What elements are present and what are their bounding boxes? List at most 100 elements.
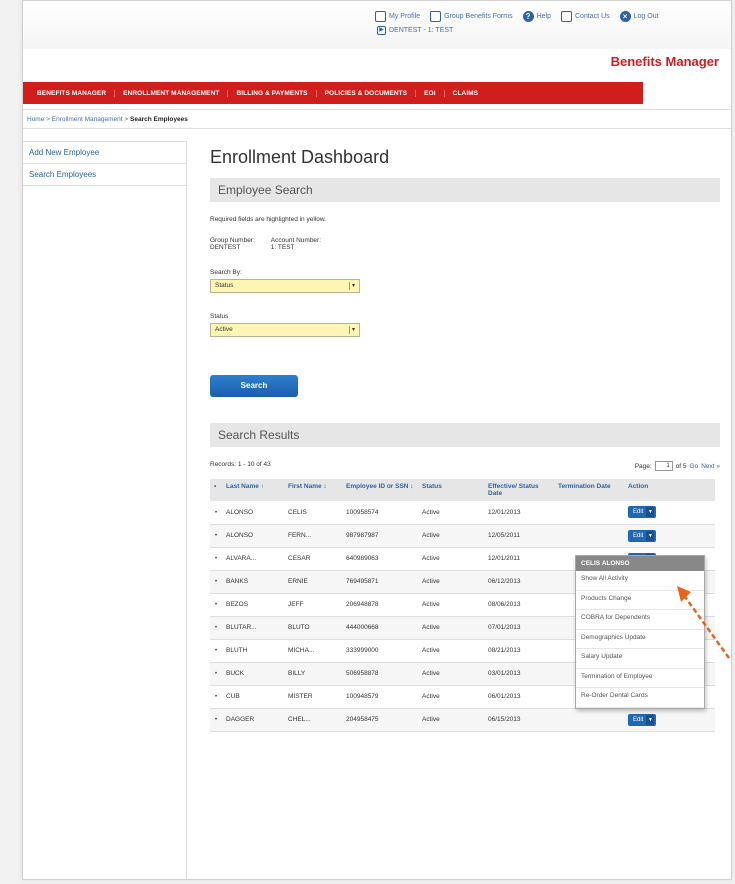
nav-eoi[interactable]: EOI xyxy=(415,89,444,97)
next-link[interactable]: Next » xyxy=(701,463,720,470)
cell-employee-id: 506958878 xyxy=(342,662,418,686)
nav-policies-documents[interactable]: POLICIES & DOCUMENTS xyxy=(315,89,416,97)
cell-effective-date: 07/01/2013 xyxy=(484,616,554,640)
cell-effective-date: 08/21/2013 xyxy=(484,639,554,663)
caret-down-icon: ▼ xyxy=(646,714,655,725)
log-out-link[interactable]: × Log Out xyxy=(619,11,659,22)
contact-us-link[interactable]: Contact Us xyxy=(561,11,610,22)
cell-employee-id: 100958574 xyxy=(342,501,418,525)
cell-termination-date xyxy=(554,524,624,548)
table-row: • ALONSO FERN... 987987987 Active 12/05/2011 E… xyxy=(210,524,715,548)
page-input[interactable]: 1 xyxy=(654,461,673,471)
edit-button[interactable]: Edit▼ xyxy=(628,506,657,519)
chevron-down-icon: ▾ xyxy=(349,282,357,290)
search-results-header: Search Results xyxy=(210,423,720,447)
search-button[interactable]: Search xyxy=(210,375,298,397)
breadcrumb-section[interactable]: Enrollment Management xyxy=(52,116,123,123)
search-by-select[interactable]: Status ▾ xyxy=(210,279,360,293)
row-bullet: • xyxy=(210,570,222,594)
row-bullet: • xyxy=(210,547,222,571)
table-row: • DAGGER CHEL... 204958475 Active 06/15/2013 E… xyxy=(210,708,715,732)
cell-first-name: ERNIE xyxy=(284,570,342,594)
cell-employee-id: 204958475 xyxy=(342,708,418,732)
status-select[interactable]: Active ▾ xyxy=(210,323,360,337)
table-header-row: • Last Name ↑ First Name ↕ Employee ID o… xyxy=(210,479,715,501)
cell-status: Active xyxy=(418,662,484,686)
account-number-value: 1: TEST xyxy=(270,244,295,251)
cell-status: Active xyxy=(418,685,484,709)
sidebar-item-add-new-employee[interactable]: Add New Employee xyxy=(23,142,186,164)
contact-icon xyxy=(561,11,572,22)
cell-employee-id: 769495871 xyxy=(342,570,418,594)
cell-last-name: DAGGER xyxy=(222,708,284,732)
cell-status: Active xyxy=(418,524,484,548)
cell-last-name: BUCK xyxy=(222,662,284,686)
cell-first-name: MISTER xyxy=(284,685,342,709)
cell-employee-id: 100948579 xyxy=(342,685,418,709)
col-first-name[interactable]: First Name ↕ xyxy=(284,479,342,501)
forms-icon xyxy=(430,11,442,22)
cell-status: Active xyxy=(418,616,484,640)
search-by-label: Search By: xyxy=(210,269,242,276)
cell-first-name: FERN... xyxy=(284,524,342,548)
col-employee-id[interactable]: Employee ID or SSN ↕ xyxy=(342,479,418,501)
cell-status: Active xyxy=(418,639,484,663)
edit-button[interactable]: Edit▼ xyxy=(628,529,657,542)
nav-claims[interactable]: CLAIMS xyxy=(443,89,487,97)
sidebar: Add New Employee Search Employees xyxy=(23,141,187,879)
cell-last-name: ALONSO xyxy=(222,501,284,525)
group-context[interactable]: ▶ DENTEST - 1: TEST xyxy=(377,26,453,35)
help-link[interactable]: ? Help xyxy=(522,11,551,22)
sidebar-item-search-employees[interactable]: Search Employees xyxy=(23,164,186,186)
cell-effective-date: 08/06/2013 xyxy=(484,593,554,617)
cell-action: Edit▼ xyxy=(624,524,715,548)
cell-first-name: JEFF xyxy=(284,593,342,617)
edit-button[interactable]: Edit▼ xyxy=(628,713,657,726)
row-bullet: • xyxy=(210,662,222,686)
bullet-col-header: • xyxy=(214,483,217,490)
cell-first-name: BILLY xyxy=(284,662,342,686)
cell-last-name: ALVARA... xyxy=(222,547,284,571)
cell-employee-id: 333999000 xyxy=(342,639,418,663)
cell-first-name: CESAR xyxy=(284,547,342,571)
menu-item-reorder-dental-cards[interactable]: Re-Order Dental Cards xyxy=(576,688,704,708)
cell-effective-date: 12/05/2011 xyxy=(484,524,554,548)
group-number-value: DENTEST xyxy=(210,244,241,251)
group-benefits-forms-link[interactable]: Group Benefits Forms xyxy=(430,11,513,22)
row-bullet: • xyxy=(210,616,222,640)
page-label: Page: xyxy=(634,462,652,470)
row-bullet: • xyxy=(210,639,222,663)
col-termination-date: Termination Date xyxy=(558,483,611,490)
breadcrumb: Home > Enrollment Management > Search Em… xyxy=(23,109,731,129)
menu-item-termination[interactable]: Termination of Employee xyxy=(576,669,704,688)
cell-effective-date: 12/01/2013 xyxy=(484,501,554,525)
cell-employee-id: 987987987 xyxy=(342,524,418,548)
nav-benefits-manager[interactable]: BENEFITS MANAGER xyxy=(29,90,114,97)
my-profile-link[interactable]: My Profile xyxy=(375,11,420,22)
cell-employee-id: 444000668 xyxy=(342,616,418,640)
nav-enrollment-management[interactable]: ENROLLMENT MANAGEMENT xyxy=(114,89,227,97)
row-bullet: • xyxy=(210,685,222,709)
caret-down-icon: ▼ xyxy=(646,507,655,518)
cell-last-name: BEZOS xyxy=(222,593,284,617)
cell-effective-date: 06/15/2013 xyxy=(484,708,554,732)
breadcrumb-current: Search Employees xyxy=(130,116,188,123)
group-number-label: Group Number: xyxy=(210,237,255,244)
page-frame: My Profile Group Benefits Forms ? Help Co… xyxy=(22,0,732,880)
col-last-name[interactable]: Last Name ↑ xyxy=(222,479,284,501)
nav-billing-payments[interactable]: BILLING & PAYMENTS xyxy=(227,89,315,97)
required-note: Required fields are highlighted in yello… xyxy=(210,216,326,223)
page-of: of 5 xyxy=(675,462,687,470)
search-by-value: Status xyxy=(215,282,234,289)
go-link[interactable]: Go xyxy=(690,463,699,470)
cell-first-name: CHEL... xyxy=(284,708,342,732)
cell-action: Edit▼ xyxy=(624,708,715,732)
cell-last-name: BLUTAR... xyxy=(222,616,284,640)
status-label: Status xyxy=(210,313,229,320)
breadcrumb-home[interactable]: Home xyxy=(27,116,44,123)
row-bullet: • xyxy=(210,708,222,732)
row-bullet: • xyxy=(210,593,222,617)
group-number-block: Group Number: DENTEST xyxy=(210,237,255,251)
col-action: Action xyxy=(628,483,649,490)
cell-status: Active xyxy=(418,501,484,525)
